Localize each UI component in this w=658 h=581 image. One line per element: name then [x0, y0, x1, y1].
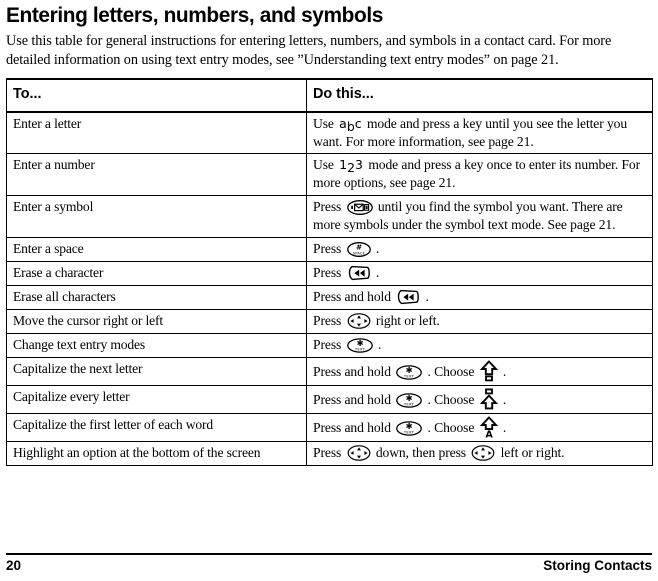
table-row: Highlight an option at the bottom of the… — [6, 440, 653, 466]
row-instruction: Press and hold ✱ TEXT . Choose A . — [306, 412, 653, 442]
instruction-mid: down, then press — [375, 444, 470, 460]
svg-text:TEXT: TEXT — [403, 373, 415, 378]
instruction-pre: Press — [313, 336, 345, 352]
text-key-icon: ✱ TEXT — [396, 365, 423, 380]
row-action-label: Enter a number — [6, 153, 307, 197]
svg-text:A: A — [485, 429, 493, 438]
svg-text:TEXT: TEXT — [403, 401, 415, 406]
column-header-to: To... — [6, 77, 307, 113]
navigation-key-icon — [471, 445, 495, 461]
text-key-icon: ✱ TEXT — [396, 421, 423, 436]
table-row: Capitalize every letter Press and hold ✱ T… — [6, 384, 653, 414]
row-action-label: Capitalize the first letter of each word — [6, 412, 307, 442]
instruction-post: left or right. — [500, 444, 565, 460]
text-entry-instructions-table: To... Do this... Enter a letter Use abc m… — [6, 77, 653, 466]
row-action-label: Move the cursor right or left — [6, 309, 307, 334]
caps-lock-icon — [479, 388, 498, 410]
instruction-post: . — [425, 289, 429, 305]
row-action-label: Enter a letter — [6, 111, 307, 155]
123-mode-glyph: 123 — [339, 157, 363, 176]
svg-text:#: # — [355, 243, 361, 252]
page-footer: 20 Storing Contacts — [6, 553, 652, 577]
svg-text:TEXT: TEXT — [353, 347, 365, 352]
text-key-icon: ✱ TEXT — [396, 393, 423, 408]
instruction-pre: Press — [313, 444, 345, 460]
table-header-row: To... Do this... — [6, 77, 653, 113]
table-row: Capitalize the next letter Press and hold… — [6, 356, 653, 386]
abc-mode-glyph: abc — [339, 115, 362, 134]
svg-text:TEXT: TEXT — [403, 429, 415, 434]
instruction-post: . — [502, 419, 507, 435]
table-row: Change text entry modes Press ✱ TEXT . — [6, 332, 653, 358]
row-action-label: Capitalize every letter — [6, 384, 307, 414]
row-action-label: Erase a character — [6, 261, 307, 287]
instruction-pre: Press — [313, 313, 345, 329]
footer-page-number: 20 — [6, 558, 22, 573]
instruction-post: . — [502, 363, 507, 379]
instruction-mid: . Choose — [427, 363, 478, 379]
instruction-post: . — [377, 336, 382, 352]
table-row: Enter a letter Use abc mode and press a k… — [6, 111, 653, 155]
navigation-key-icon — [347, 445, 371, 461]
row-instruction: Press and hold ✱ TEXT . Choose . — [306, 356, 653, 386]
row-instruction: Press and hold ✱ TEXT . Choose . — [306, 384, 653, 414]
instruction-post: . — [502, 391, 507, 407]
instruction-pre: Use — [313, 157, 338, 173]
back-key-icon — [347, 265, 371, 281]
row-instruction: Press right or left. — [306, 309, 653, 334]
navigation-key-icon — [347, 313, 371, 329]
instruction-pre: Press and hold — [313, 289, 395, 305]
row-action-label: Capitalize the next letter — [6, 356, 307, 386]
manual-page: Entering letters, numbers, and symbols U… — [0, 4, 658, 581]
row-instruction: Press until you find the symbol you want… — [306, 195, 653, 239]
instruction-post: . — [375, 265, 380, 281]
instruction-mid: . Choose — [427, 391, 478, 407]
instruction-post: . — [375, 241, 380, 257]
table-row: Erase a character Press . — [6, 261, 653, 287]
row-instruction: Press and hold . — [306, 285, 653, 311]
table-row: Move the cursor right or left Press right… — [6, 309, 653, 334]
row-instruction: Use 123 mode and press a key once to ent… — [306, 153, 653, 197]
row-instruction: Press # SPACE . — [306, 237, 653, 263]
instruction-post: right or left. — [375, 313, 440, 329]
page-title: Entering letters, numbers, and symbols — [6, 3, 383, 27]
message-key-icon — [346, 200, 373, 216]
row-action-label: Highlight an option at the bottom of the… — [6, 440, 307, 466]
instruction-pre: Press — [313, 199, 345, 215]
svg-text:SPACE: SPACE — [352, 252, 365, 256]
row-instruction: Press . — [306, 261, 653, 287]
table-row: Enter a symbol Press until you find the s… — [6, 195, 653, 239]
footer-section-title: Storing Contacts — [543, 558, 652, 573]
instruction-mid: . Choose — [427, 419, 478, 435]
row-action-label: Change text entry modes — [6, 332, 307, 358]
instruction-pre: Press — [313, 265, 345, 281]
text-key-icon: ✱ TEXT — [346, 338, 373, 353]
instruction-pre: Press and hold — [313, 391, 395, 407]
row-action-label: Enter a space — [6, 237, 307, 263]
row-instruction: Press down, then press left or right. — [306, 440, 653, 466]
table-body: Enter a letter Use abc mode and press a k… — [6, 111, 653, 466]
table-row: Capitalize the first letter of each word… — [6, 412, 653, 442]
instruction-pre: Press and hold — [313, 363, 395, 379]
intro-paragraph: Use this table for general instructions … — [6, 32, 612, 68]
table-row: Enter a space Press # SPACE . — [6, 237, 653, 263]
sentence-case-icon: A — [479, 415, 498, 438]
shift-once-icon — [479, 359, 498, 382]
row-instruction: Press ✱ TEXT . — [306, 332, 653, 358]
instruction-pre: Press — [313, 241, 345, 257]
row-instruction: Use abc mode and press a key until you s… — [306, 111, 653, 155]
table-row: Erase all characters Press and hold . — [6, 285, 653, 311]
instruction-pre: Press and hold — [313, 419, 395, 435]
column-header-do-this: Do this... — [306, 77, 653, 113]
row-action-label: Enter a symbol — [6, 195, 307, 239]
instruction-pre: Use — [313, 115, 338, 131]
table-row: Enter a number Use 123 mode and press a k… — [6, 153, 653, 197]
row-action-label: Erase all characters — [6, 285, 307, 311]
footer-divider — [6, 553, 652, 555]
back-key-icon — [396, 289, 420, 305]
space-key-icon: # SPACE — [346, 242, 371, 258]
